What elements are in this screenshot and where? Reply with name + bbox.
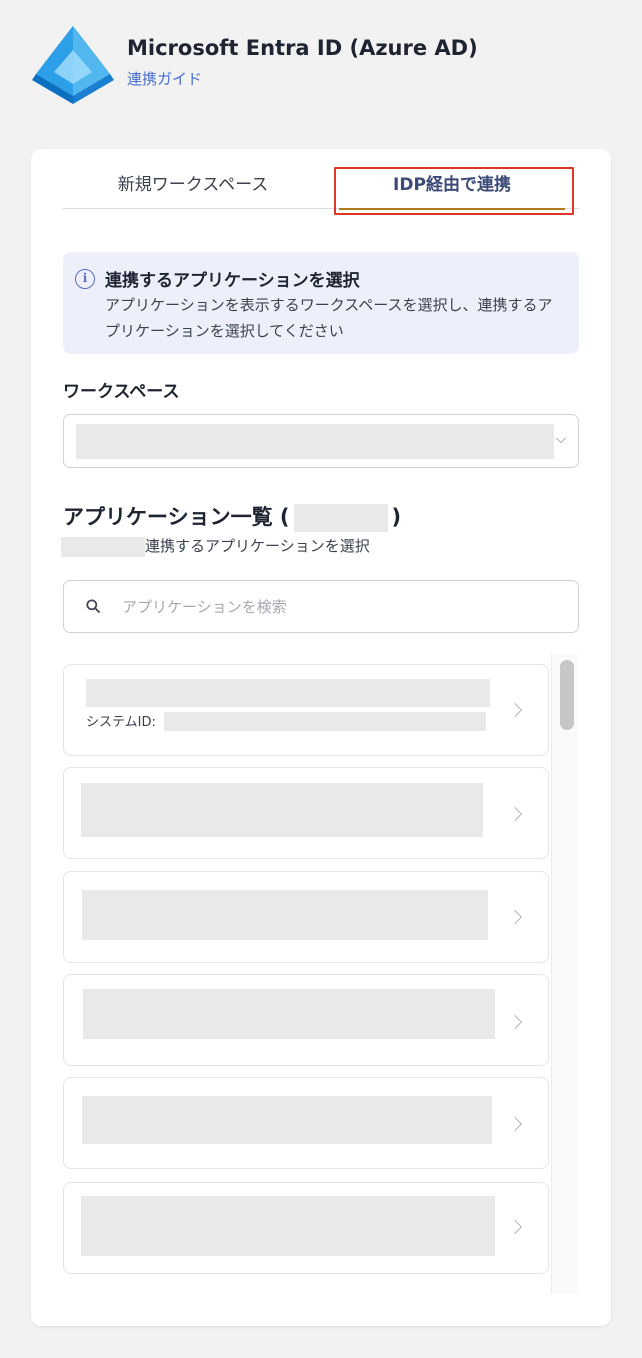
redacted-app-name xyxy=(81,783,483,837)
redacted-count xyxy=(293,504,388,532)
page-header: Microsoft Entra ID (Azure AD) 連携ガイド xyxy=(30,22,610,104)
workspace-select[interactable] xyxy=(63,414,579,468)
info-body: アプリケーションを表示するワークスペースを選択し、連携するアプリケーションを選択… xyxy=(105,296,553,340)
app-list-item[interactable] xyxy=(63,767,549,859)
app-search-input[interactable] xyxy=(122,589,562,625)
tab-bar: 新規ワークスペース IDP経由で連携 xyxy=(63,165,579,210)
redacted-workspace-value xyxy=(76,424,554,459)
chevron-down-icon xyxy=(556,433,566,443)
app-title: Microsoft Entra ID (Azure AD) xyxy=(127,36,478,60)
redacted-app-name xyxy=(83,989,495,1039)
chevron-right-icon xyxy=(507,1219,523,1235)
info-callout: i 連携するアプリケーションを選択 アプリケーションを表示するワークスペースを選… xyxy=(63,252,579,354)
app-list-title: アプリケーション一覧 () xyxy=(63,501,401,532)
integration-guide-link[interactable]: 連携ガイド xyxy=(127,68,202,89)
redacted-app-name xyxy=(86,679,490,707)
azure-ad-logo-icon xyxy=(32,26,114,104)
app-list-item[interactable] xyxy=(63,1182,549,1274)
app-list-subtitle: 連携するアプリケーションを選択 xyxy=(61,535,370,557)
redacted-system-id xyxy=(164,712,486,731)
integration-card: 新規ワークスペース IDP経由で連携 i 連携するアプリケーションを選択 アプリ… xyxy=(31,149,611,1326)
list-scrollbar[interactable] xyxy=(551,654,579,1294)
chevron-right-icon xyxy=(507,909,523,925)
app-search-box[interactable] xyxy=(63,580,579,633)
redacted-app-name xyxy=(81,1196,495,1256)
info-icon: i xyxy=(75,269,95,289)
redacted-app-name xyxy=(82,1096,492,1144)
search-icon xyxy=(86,599,100,613)
info-title: 連携するアプリケーションを選択 xyxy=(105,271,360,291)
redacted-app-name xyxy=(82,890,488,940)
tab-idp-integration[interactable]: IDP経由で連携 xyxy=(335,165,569,210)
chevron-right-icon xyxy=(507,1014,523,1030)
system-id-label: システムID: xyxy=(86,715,156,730)
app-list: システムID: xyxy=(63,654,579,1294)
chevron-right-icon xyxy=(507,806,523,822)
chevron-right-icon xyxy=(507,702,523,718)
redacted-prefix xyxy=(61,536,145,557)
app-list-item[interactable] xyxy=(63,1077,549,1169)
app-list-item[interactable] xyxy=(63,871,549,963)
scrollbar-thumb[interactable] xyxy=(560,660,574,730)
workspace-label: ワークスペース xyxy=(63,382,180,402)
active-tab-underline xyxy=(339,208,565,210)
tab-new-workspace[interactable]: 新規ワークスペース xyxy=(63,165,323,208)
app-list-item[interactable]: システムID: xyxy=(63,664,549,756)
tab-idp-label: IDP経由で連携 xyxy=(393,175,511,195)
chevron-right-icon xyxy=(507,1116,523,1132)
app-list-item[interactable] xyxy=(63,974,549,1066)
